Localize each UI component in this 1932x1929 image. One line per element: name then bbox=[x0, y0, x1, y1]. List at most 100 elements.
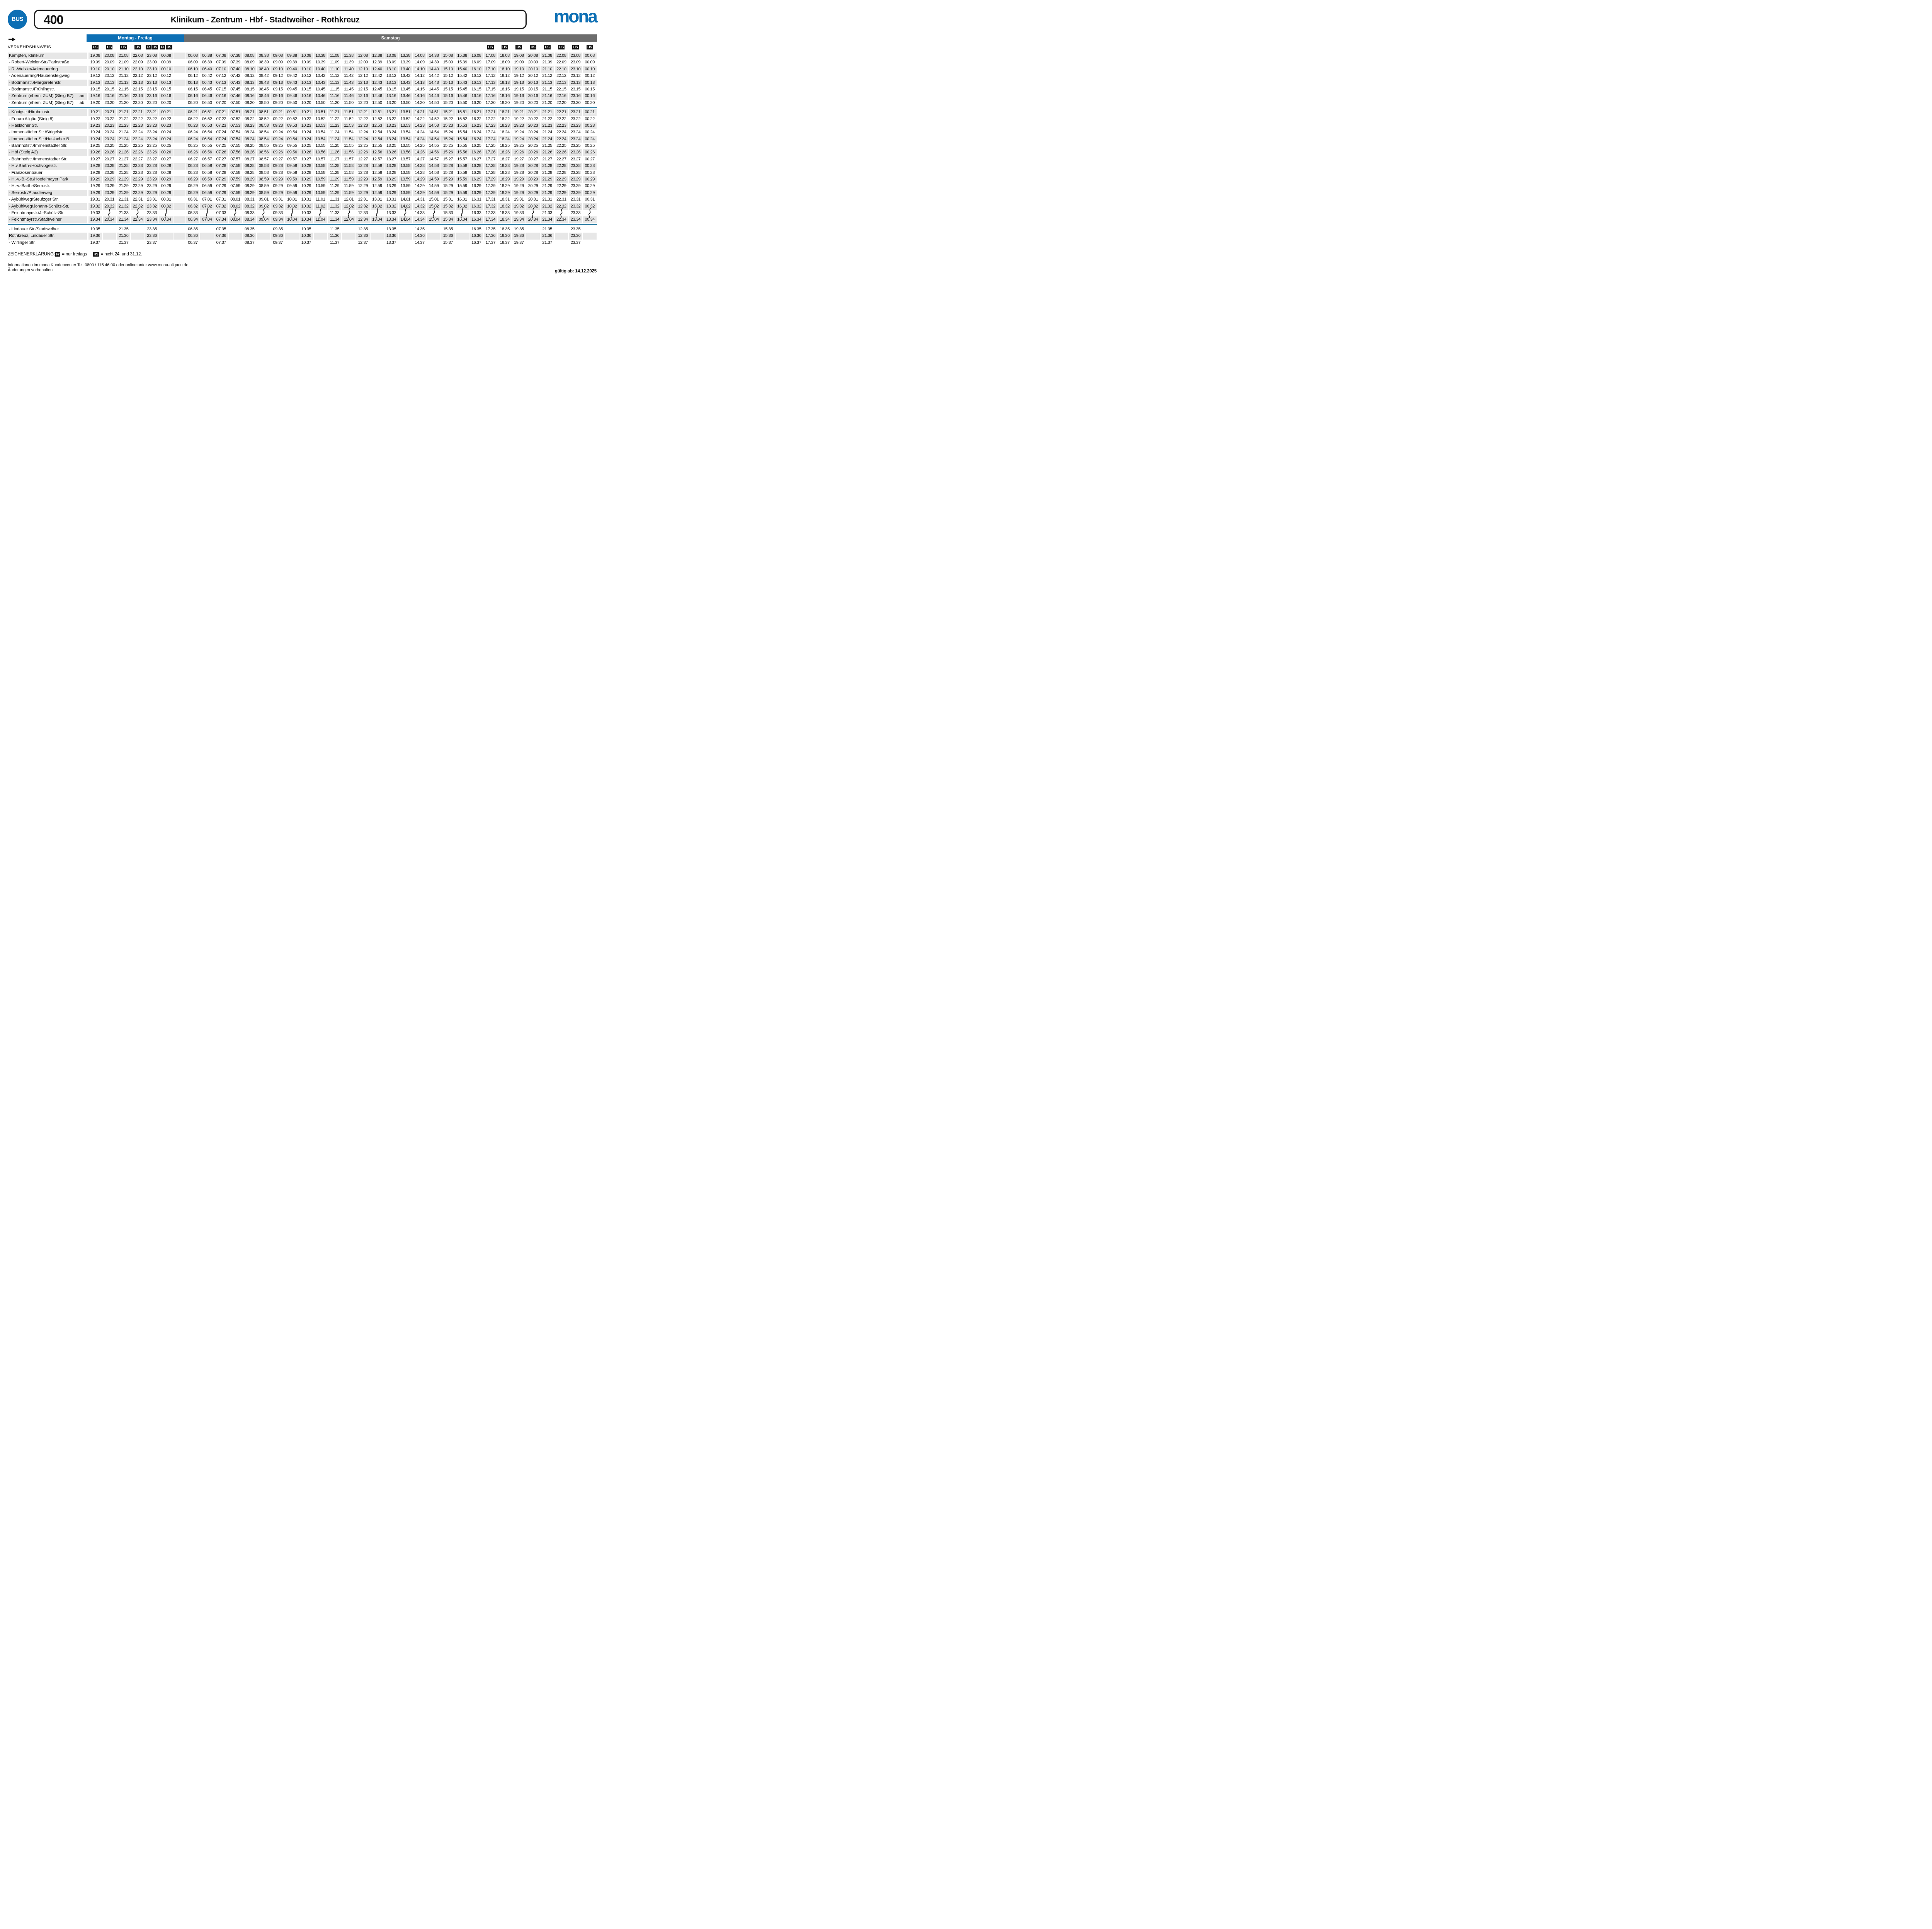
stop-name-cell: - Feichtmayrstr./Stadtweiher bbox=[8, 216, 88, 223]
time-cell: 22.13 bbox=[554, 80, 569, 86]
time-cell: 07.23 bbox=[214, 122, 228, 129]
time-cell: 17.28 bbox=[483, 163, 498, 169]
arrival-departure-label: an bbox=[80, 93, 84, 99]
footer: Informationen im mona Kundencenter Tel. … bbox=[8, 263, 606, 273]
time-cell: 09.45 bbox=[285, 86, 299, 93]
badge-slot bbox=[398, 45, 413, 50]
time-cell: 10.35 bbox=[299, 226, 313, 233]
stop-name-cell: - Serrostr./Pfaudlerweg bbox=[8, 190, 88, 196]
time-cell: 07.57 bbox=[228, 156, 243, 163]
time-cell: 14.21 bbox=[413, 109, 427, 116]
time-cell: 18.35 bbox=[498, 226, 512, 233]
time-cell: 06.51 bbox=[200, 109, 214, 116]
time-cell: 09.31 bbox=[271, 196, 285, 203]
section-spacer-cell bbox=[173, 156, 186, 163]
time-cell bbox=[313, 233, 328, 239]
stop-name-cell: - Bodmanstr./Margaretenstr. bbox=[8, 80, 88, 86]
time-cell: 11.54 bbox=[342, 129, 356, 136]
time-cell-detour bbox=[554, 210, 569, 216]
time-cell: 16.22 bbox=[469, 116, 483, 122]
detour-route-icon bbox=[261, 208, 266, 218]
time-cell: 23.20 bbox=[145, 100, 159, 106]
time-cell: 20.28 bbox=[526, 170, 540, 176]
time-cell: 11.16 bbox=[328, 93, 342, 99]
time-cell: 17.10 bbox=[483, 66, 498, 73]
time-cell: 10.51 bbox=[313, 109, 328, 116]
time-cell: 08.15 bbox=[242, 86, 257, 93]
time-cell: 09.34 bbox=[271, 216, 285, 223]
time-cell-detour bbox=[313, 210, 328, 216]
section-spacer-cell bbox=[173, 203, 186, 210]
time-cell: 07.26 bbox=[214, 149, 228, 156]
time-cell: 18.13 bbox=[498, 80, 512, 86]
time-cell bbox=[228, 240, 243, 246]
time-cell bbox=[583, 233, 597, 239]
time-cell: 12.21 bbox=[356, 109, 370, 116]
badge-slot bbox=[370, 45, 384, 50]
time-cell: 12.38 bbox=[370, 53, 384, 59]
time-cell: 08.56 bbox=[257, 149, 271, 156]
time-cell: 13.08 bbox=[384, 53, 398, 59]
time-cell: 06.58 bbox=[200, 170, 214, 176]
time-cell: 07.09 bbox=[214, 59, 228, 66]
time-cell: 09.40 bbox=[285, 66, 299, 73]
time-cell: 10.10 bbox=[299, 66, 313, 73]
time-cell: 07.35 bbox=[214, 226, 228, 233]
time-cell: 07.52 bbox=[228, 116, 243, 122]
time-cell: 09.28 bbox=[271, 170, 285, 176]
detour-route-icon bbox=[374, 208, 380, 218]
time-cell: 19.34 bbox=[88, 216, 102, 223]
time-cell: 22.24 bbox=[554, 129, 569, 136]
time-cell: 20.20 bbox=[102, 100, 117, 106]
time-cell: 09.01 bbox=[257, 196, 271, 203]
time-cell: 13.56 bbox=[398, 149, 413, 156]
time-cell: 17.37 bbox=[483, 240, 498, 246]
time-cell: 08.55 bbox=[257, 143, 271, 149]
time-cell: 15.51 bbox=[455, 109, 469, 116]
time-cell: 23.15 bbox=[145, 86, 159, 93]
time-cell: 09.54 bbox=[285, 129, 299, 136]
section-spacer-cell bbox=[173, 226, 186, 233]
time-cell: 19.26 bbox=[88, 149, 102, 156]
time-cell: 20.29 bbox=[526, 176, 540, 183]
time-cell: 11.24 bbox=[328, 129, 342, 136]
time-cell: 18.20 bbox=[498, 100, 512, 106]
time-cell: 00.12 bbox=[583, 73, 597, 79]
time-cell: 06.33 bbox=[186, 210, 200, 216]
time-cell bbox=[398, 240, 413, 246]
time-cell: 09.20 bbox=[271, 100, 285, 106]
time-cell: 15.31 bbox=[441, 196, 455, 203]
timetable-row: - Franzosenbauer19.2820.2821.2822.2823.2… bbox=[8, 170, 606, 176]
time-cell: 10.57 bbox=[313, 156, 328, 163]
time-cell: 13.09 bbox=[384, 59, 398, 66]
time-cell: 07.56 bbox=[228, 149, 243, 156]
time-cell: 18.10 bbox=[498, 66, 512, 73]
time-cell: 18.26 bbox=[498, 149, 512, 156]
time-cell: 12.36 bbox=[356, 233, 370, 239]
time-cell: 09.12 bbox=[271, 73, 285, 79]
timetable-row: - Forum Allgäu (Steig 8)19.2220.2221.222… bbox=[8, 116, 606, 122]
time-cell: 23.13 bbox=[145, 80, 159, 86]
time-cell: 06.28 bbox=[186, 170, 200, 176]
time-cell: 14.59 bbox=[427, 176, 441, 183]
time-cell: 00.09 bbox=[159, 59, 173, 66]
time-cell: 15.28 bbox=[441, 170, 455, 176]
time-cell: 19.15 bbox=[88, 86, 102, 93]
stop-name-cell: - Forum Allgäu (Steig 8) bbox=[8, 116, 88, 122]
stop-name: - Aybühlweg/Steufzger Str. bbox=[9, 196, 59, 203]
time-cell: 00.26 bbox=[159, 149, 173, 156]
time-cell: 08.52 bbox=[257, 116, 271, 122]
time-cell: 20.29 bbox=[102, 176, 117, 183]
time-cell: 12.12 bbox=[356, 73, 370, 79]
time-cell: 20.25 bbox=[102, 143, 117, 149]
time-cell-detour bbox=[455, 210, 469, 216]
time-cell: 11.23 bbox=[328, 122, 342, 129]
time-cell: 12.08 bbox=[356, 53, 370, 59]
time-cell: 06.21 bbox=[186, 109, 200, 116]
time-cell: 16.16 bbox=[469, 93, 483, 99]
time-cell: 20.28 bbox=[102, 170, 117, 176]
section-spacer-cell bbox=[173, 100, 186, 106]
time-cell: 18.16 bbox=[498, 93, 512, 99]
time-cell: 14.31 bbox=[413, 196, 427, 203]
badge-slot bbox=[242, 45, 257, 50]
